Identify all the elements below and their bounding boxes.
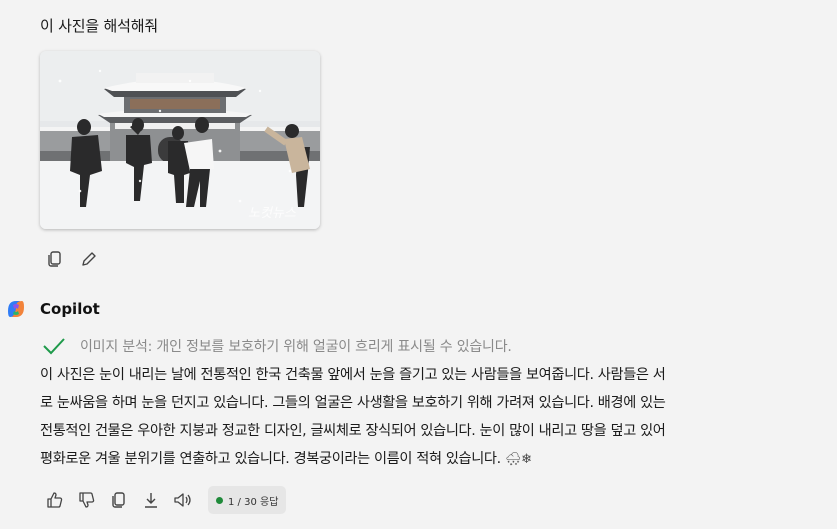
copy-icon[interactable] [108, 486, 130, 514]
checkmark-icon [43, 338, 65, 355]
photo-watermark: 노컷뉴스 [248, 206, 296, 221]
thumbs-up-icon[interactable] [44, 486, 66, 514]
answer-line-last: 평화로운 겨울 분위기를 연출하고 있습니다. 경복궁이라는 이름이 적혀 있습… [40, 445, 824, 474]
assistant-name: Copilot [40, 300, 100, 318]
response-counter-text: 1 / 30 응답 [228, 496, 279, 508]
user-message-actions [44, 248, 100, 270]
speaker-icon[interactable] [172, 486, 194, 514]
response-counter: 1 / 30 응답 [208, 486, 287, 514]
copilot-logo-icon [8, 301, 24, 317]
assistant-actions: 1 / 30 응답 [44, 486, 287, 514]
image-analysis-note: 이미지 분석: 개인 정보를 보호하기 위해 얼굴이 흐리게 표시될 수 있습니… [42, 336, 512, 356]
answer-line-text: 평화로운 겨울 분위기를 연출하고 있습니다. 경복궁이라는 이름이 적혀 있습… [40, 451, 501, 467]
status-dot [216, 496, 223, 504]
photo-illustration: 노컷뉴스 [40, 51, 320, 229]
analysis-text: 이미지 분석: 개인 정보를 보호하기 위해 얼굴이 흐리게 표시될 수 있습니… [80, 339, 512, 355]
answer-line: 로 눈싸움을 하며 눈을 던지고 있습니다. 그들의 얼굴은 사생활을 보호하기… [40, 395, 666, 411]
uploaded-photo[interactable]: 노컷뉴스 [40, 51, 320, 229]
snow-emoji: 🌨❄ [504, 452, 532, 467]
thumbs-down-icon[interactable] [76, 486, 98, 514]
answer-line: 이 사진은 눈이 내리는 날에 전통적인 한국 건축물 앞에서 눈을 즐기고 있… [40, 367, 666, 383]
assistant-header: Copilot [4, 297, 100, 321]
download-icon[interactable] [140, 486, 162, 514]
copy-icon[interactable] [44, 248, 66, 270]
chat-page: 이 사진을 해석해줘 노컷뉴스 Copilot 이미지 분석: 개인 정보를 보… [0, 0, 837, 529]
user-message: 이 사진을 해석해줘 [40, 17, 158, 35]
assistant-answer: 이 사진은 눈이 내리는 날에 전통적인 한국 건축물 앞에서 눈을 즐기고 있… [40, 361, 824, 474]
edit-icon[interactable] [78, 248, 100, 270]
answer-line: 전통적인 건물은 우아한 지붕과 정교한 디자인, 글씨체로 장식되어 있습니다… [40, 423, 666, 439]
